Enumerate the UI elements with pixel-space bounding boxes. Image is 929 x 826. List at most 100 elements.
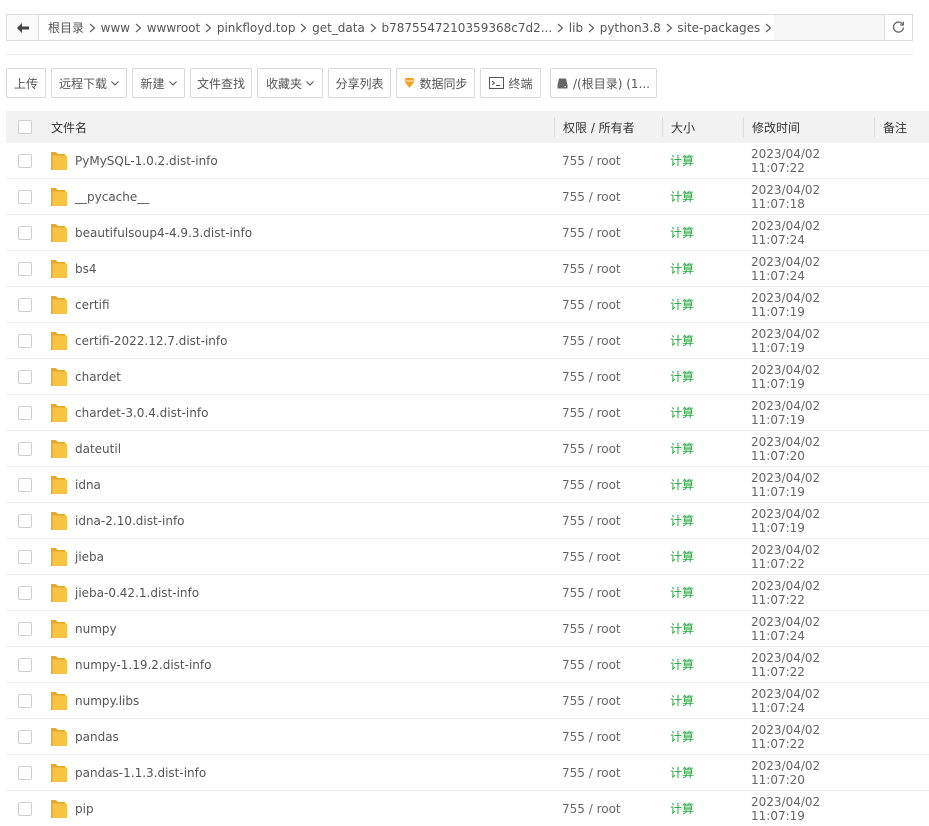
file-permission[interactable]: 755 / root xyxy=(562,622,621,636)
table-row[interactable]: chardet 755 / root 计算 2023/04/02 11:07:19 xyxy=(6,359,929,395)
breadcrumb-item[interactable]: www xyxy=(98,21,133,35)
file-permission[interactable]: 755 / root xyxy=(562,226,621,240)
file-name[interactable]: numpy.libs xyxy=(75,694,139,708)
file-name[interactable]: numpy-1.19.2.dist-info xyxy=(75,658,211,672)
breadcrumb-item[interactable]: python3.8 xyxy=(597,21,664,35)
favorites-button[interactable]: 收藏夹 xyxy=(257,68,323,98)
file-permission[interactable]: 755 / root xyxy=(562,766,621,780)
row-checkbox[interactable] xyxy=(17,549,32,564)
file-permission[interactable]: 755 / root xyxy=(562,478,621,492)
header-size[interactable]: 大小 xyxy=(662,117,743,137)
breadcrumb-item[interactable]: site-packages xyxy=(674,21,763,35)
file-permission[interactable]: 755 / root xyxy=(562,514,621,528)
header-name[interactable]: 文件名 xyxy=(43,111,554,143)
breadcrumb-item[interactable]: pinkfloyd.top xyxy=(214,21,299,35)
table-row[interactable]: certifi-2022.12.7.dist-info 755 / root 计算 2… xyxy=(6,323,929,359)
row-checkbox[interactable] xyxy=(17,405,32,420)
calc-size-link[interactable]: 计算 xyxy=(670,694,694,708)
calc-size-link[interactable]: 计算 xyxy=(670,766,694,780)
file-permission[interactable]: 755 / root xyxy=(562,586,621,600)
header-mtime[interactable]: 修改时间 xyxy=(743,117,874,137)
calc-size-link[interactable]: 计算 xyxy=(670,154,694,168)
file-name[interactable]: bs4 xyxy=(75,262,97,276)
file-name[interactable]: PyMySQL-1.0.2.dist-info xyxy=(75,154,218,168)
calc-size-link[interactable]: 计算 xyxy=(670,658,694,672)
table-row[interactable]: numpy-1.19.2.dist-info 755 / root 计算 2023/0… xyxy=(6,647,929,683)
row-checkbox[interactable] xyxy=(17,693,32,708)
row-checkbox[interactable] xyxy=(17,621,32,636)
calc-size-link[interactable]: 计算 xyxy=(670,406,694,420)
calc-size-link[interactable]: 计算 xyxy=(670,370,694,384)
file-permission[interactable]: 755 / root xyxy=(562,190,621,204)
breadcrumb-item[interactable]: get_data xyxy=(309,21,368,35)
file-name[interactable]: pandas xyxy=(75,730,119,744)
file-permission[interactable]: 755 / root xyxy=(562,694,621,708)
file-permission[interactable]: 755 / root xyxy=(562,442,621,456)
row-checkbox[interactable] xyxy=(17,369,32,384)
table-row[interactable]: beautifulsoup4-4.9.3.dist-info 755 / root… xyxy=(6,215,929,251)
file-name[interactable]: chardet xyxy=(75,370,121,384)
calc-size-link[interactable]: 计算 xyxy=(670,442,694,456)
row-checkbox[interactable] xyxy=(17,513,32,528)
table-row[interactable]: certifi 755 / root 计算 2023/04/02 11:07:19 xyxy=(6,287,929,323)
row-checkbox[interactable] xyxy=(17,585,32,600)
file-name[interactable]: pip xyxy=(75,802,94,816)
new-button[interactable]: 新建 xyxy=(132,68,185,98)
table-row[interactable]: __pycache__ 755 / root 计算 2023/04/02 11:07:… xyxy=(6,179,929,215)
table-row[interactable]: chardet-3.0.4.dist-info 755 / root 计算 2023/… xyxy=(6,395,929,431)
file-name[interactable]: idna xyxy=(75,478,101,492)
row-checkbox[interactable] xyxy=(17,801,32,816)
file-name[interactable]: jieba xyxy=(75,550,104,564)
row-checkbox[interactable] xyxy=(17,765,32,780)
remote-download-button[interactable]: 远程下载 xyxy=(51,68,127,98)
table-row[interactable]: pandas-1.1.3.dist-info 755 / root 计算 2023/0… xyxy=(6,755,929,791)
breadcrumb-item[interactable]: 根目录 xyxy=(45,19,87,36)
row-checkbox[interactable] xyxy=(17,261,32,276)
row-checkbox[interactable] xyxy=(17,441,32,456)
file-name[interactable]: numpy xyxy=(75,622,117,636)
file-name[interactable]: dateutil xyxy=(75,442,121,456)
file-name[interactable]: certifi-2022.12.7.dist-info xyxy=(75,334,227,348)
breadcrumb-item[interactable]: wwwroot xyxy=(144,21,204,35)
row-checkbox[interactable] xyxy=(17,657,32,672)
table-row[interactable]: jieba 755 / root 计算 2023/04/02 11:07:22 xyxy=(6,539,929,575)
file-permission[interactable]: 755 / root xyxy=(562,262,621,276)
table-row[interactable]: dateutil 755 / root 计算 2023/04/02 11:07:20 xyxy=(6,431,929,467)
table-row[interactable]: numpy 755 / root 计算 2023/04/02 11:07:24 xyxy=(6,611,929,647)
file-name[interactable]: __pycache__ xyxy=(75,190,149,204)
file-search-button[interactable]: 文件查找 xyxy=(190,68,252,98)
file-name[interactable]: jieba-0.42.1.dist-info xyxy=(75,586,199,600)
calc-size-link[interactable]: 计算 xyxy=(670,190,694,204)
data-sync-button[interactable]: 数据同步 xyxy=(396,68,475,98)
file-permission[interactable]: 755 / root xyxy=(562,334,621,348)
file-name[interactable]: certifi xyxy=(75,298,110,312)
share-list-button[interactable]: 分享列表 xyxy=(328,68,391,98)
file-name[interactable]: idna-2.10.dist-info xyxy=(75,514,185,528)
file-permission[interactable]: 755 / root xyxy=(562,802,621,816)
calc-size-link[interactable]: 计算 xyxy=(670,226,694,240)
calc-size-link[interactable]: 计算 xyxy=(670,622,694,636)
header-perm[interactable]: 权限 / 所有者 xyxy=(554,117,662,137)
file-permission[interactable]: 755 / root xyxy=(562,658,621,672)
table-row[interactable]: pip 755 / root 计算 2023/04/02 11:07:19 xyxy=(6,791,929,826)
table-row[interactable]: numpy.libs 755 / root 计算 2023/04/02 11:07:2… xyxy=(6,683,929,719)
upload-button[interactable]: 上传 xyxy=(6,68,46,98)
refresh-button[interactable] xyxy=(884,15,912,40)
file-permission[interactable]: 755 / root xyxy=(562,406,621,420)
file-name[interactable]: pandas-1.1.3.dist-info xyxy=(75,766,206,780)
row-checkbox[interactable] xyxy=(17,225,32,240)
row-checkbox[interactable] xyxy=(17,297,32,312)
calc-size-link[interactable]: 计算 xyxy=(670,550,694,564)
table-row[interactable]: pandas 755 / root 计算 2023/04/02 11:07:22 xyxy=(6,719,929,755)
calc-size-link[interactable]: 计算 xyxy=(670,514,694,528)
calc-size-link[interactable]: 计算 xyxy=(670,730,694,744)
table-row[interactable]: jieba-0.42.1.dist-info 755 / root 计算 2023/0… xyxy=(6,575,929,611)
calc-size-link[interactable]: 计算 xyxy=(670,298,694,312)
file-name[interactable]: chardet-3.0.4.dist-info xyxy=(75,406,208,420)
breadcrumb-item[interactable]: lib xyxy=(566,21,586,35)
terminal-button[interactable]: 终端 xyxy=(480,68,541,98)
file-permission[interactable]: 755 / root xyxy=(562,730,621,744)
row-checkbox[interactable] xyxy=(17,477,32,492)
calc-size-link[interactable]: 计算 xyxy=(670,334,694,348)
table-row[interactable]: bs4 755 / root 计算 2023/04/02 11:07:24 xyxy=(6,251,929,287)
